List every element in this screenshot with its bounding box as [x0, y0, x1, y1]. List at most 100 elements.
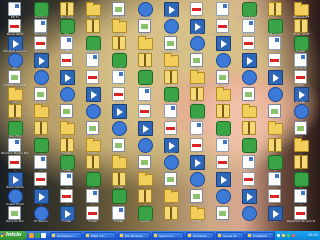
img-icon — [112, 2, 125, 16]
app-icon — [86, 36, 101, 51]
app-icon — [34, 2, 49, 17]
pdf-icon — [242, 36, 255, 50]
folder-icon — [60, 121, 75, 135]
pdf-icon — [164, 121, 177, 135]
task-button-1[interactable]: Windows Li... — [50, 232, 82, 239]
task-label: Guess W... — [223, 234, 239, 238]
img-icon — [216, 206, 229, 220]
desktop-icon[interactable]: Carrito — [131, 205, 159, 228]
desktop-icon-label: El Tesoro — [34, 220, 48, 223]
task-button-2[interactable]: MSN 7.5... — [84, 232, 116, 239]
pdf-icon — [8, 155, 21, 169]
pdf-icon — [34, 172, 47, 186]
tray-security-icon[interactable] — [292, 234, 295, 237]
app-icon — [216, 121, 231, 136]
img-icon — [268, 104, 281, 118]
doc-icon — [294, 53, 307, 67]
windows-flag-icon — [1, 233, 5, 237]
desktop-icon[interactable]: Recycle Bin — [1, 205, 29, 228]
task-button-6[interactable]: Guess W... — [216, 232, 244, 239]
web-icon — [190, 36, 205, 51]
zip-icon — [138, 189, 152, 203]
doc-icon — [242, 155, 255, 169]
img-icon — [86, 121, 99, 135]
task-button-5[interactable]: Windows ... — [186, 232, 214, 239]
zip-icon — [34, 121, 48, 135]
start-button[interactable]: Inicio — [0, 231, 27, 240]
task-icon — [86, 234, 89, 237]
app-icon — [86, 172, 101, 187]
desktop-icon[interactable]: El Tesoro — [27, 205, 55, 228]
desktop-icon-label: Folder — [218, 220, 228, 223]
desktop-icon[interactable]: Folder — [105, 205, 133, 228]
doc-icon — [216, 2, 229, 16]
tray-network-icon[interactable] — [277, 234, 280, 237]
pdf-icon — [268, 53, 281, 67]
doc-icon — [86, 53, 99, 67]
media-icon — [60, 70, 75, 85]
media-icon — [34, 53, 49, 68]
desktop-icon[interactable]: Papelera de reciclaje — [287, 205, 315, 228]
zip-icon — [8, 104, 22, 118]
doc-icon — [86, 189, 99, 203]
img-icon — [164, 36, 177, 50]
pdf-icon — [216, 19, 229, 33]
tray-app-icon[interactable] — [287, 234, 290, 237]
desktop-icon[interactable]: Folder — [79, 205, 107, 228]
zip-icon — [164, 206, 178, 220]
media-icon — [190, 155, 205, 170]
img-icon — [138, 155, 151, 169]
desktop-icon-label: Carrito — [139, 220, 151, 223]
folder-icon — [164, 53, 179, 67]
app-icon — [60, 155, 75, 170]
task-button-7[interactable]: ProTalent — [246, 232, 274, 239]
task-label: Gemini 2... — [159, 234, 176, 238]
app-icon — [268, 19, 283, 34]
img-icon — [294, 121, 307, 135]
task-icon — [52, 234, 55, 237]
app-icon — [60, 19, 75, 34]
desktop-icon[interactable]: — — [261, 205, 289, 228]
doc-icon — [294, 189, 307, 203]
desktop-icon[interactable]: Folder — [209, 205, 237, 228]
desktop-icon[interactable]: Folder — [183, 205, 211, 228]
zip-icon — [138, 53, 152, 67]
zip-icon — [268, 2, 282, 16]
task-button-4[interactable]: Gemini 2... — [152, 232, 184, 239]
web-icon — [60, 87, 75, 102]
task-icon — [120, 234, 123, 237]
web-icon — [216, 189, 231, 204]
app-icon — [268, 155, 283, 170]
web-icon — [138, 2, 153, 17]
zip-icon — [216, 104, 230, 118]
desktop-icon-label: Folder — [114, 220, 124, 223]
web-icon — [164, 155, 179, 170]
web-icon — [268, 87, 283, 102]
folder-icon — [86, 2, 101, 16]
task-button-3[interactable]: File Browser — [118, 232, 150, 239]
desktop[interactable]: Kit Tv Shortcut Bnr Vids MSN Feliz Lvl 04 Val… — [0, 0, 320, 231]
media-icon — [216, 172, 231, 187]
desktop-icon[interactable]: Folder — [53, 205, 81, 228]
pdf-icon — [294, 70, 307, 84]
folder-icon — [190, 206, 205, 220]
pdf-icon — [216, 155, 229, 169]
doc-icon — [34, 155, 47, 169]
pdf-icon — [190, 2, 203, 16]
quicklaunch-desktop-icon[interactable] — [41, 233, 46, 238]
media-icon — [8, 172, 23, 187]
doc-icon — [8, 2, 21, 16]
media-icon — [60, 206, 75, 221]
img-icon — [8, 70, 21, 84]
media-icon — [164, 138, 179, 153]
doc-icon — [60, 36, 73, 50]
quicklaunch-media-icon[interactable] — [35, 233, 40, 238]
desktop-icon[interactable]: — — [235, 205, 263, 228]
quicklaunch-browser-icon[interactable] — [29, 233, 34, 238]
web-icon — [138, 138, 153, 153]
media-icon — [242, 189, 257, 204]
tray-warning-icon[interactable] — [282, 234, 285, 237]
folder-icon — [164, 189, 179, 203]
web-icon — [8, 53, 23, 68]
desktop-icon[interactable]: — — [157, 205, 185, 228]
